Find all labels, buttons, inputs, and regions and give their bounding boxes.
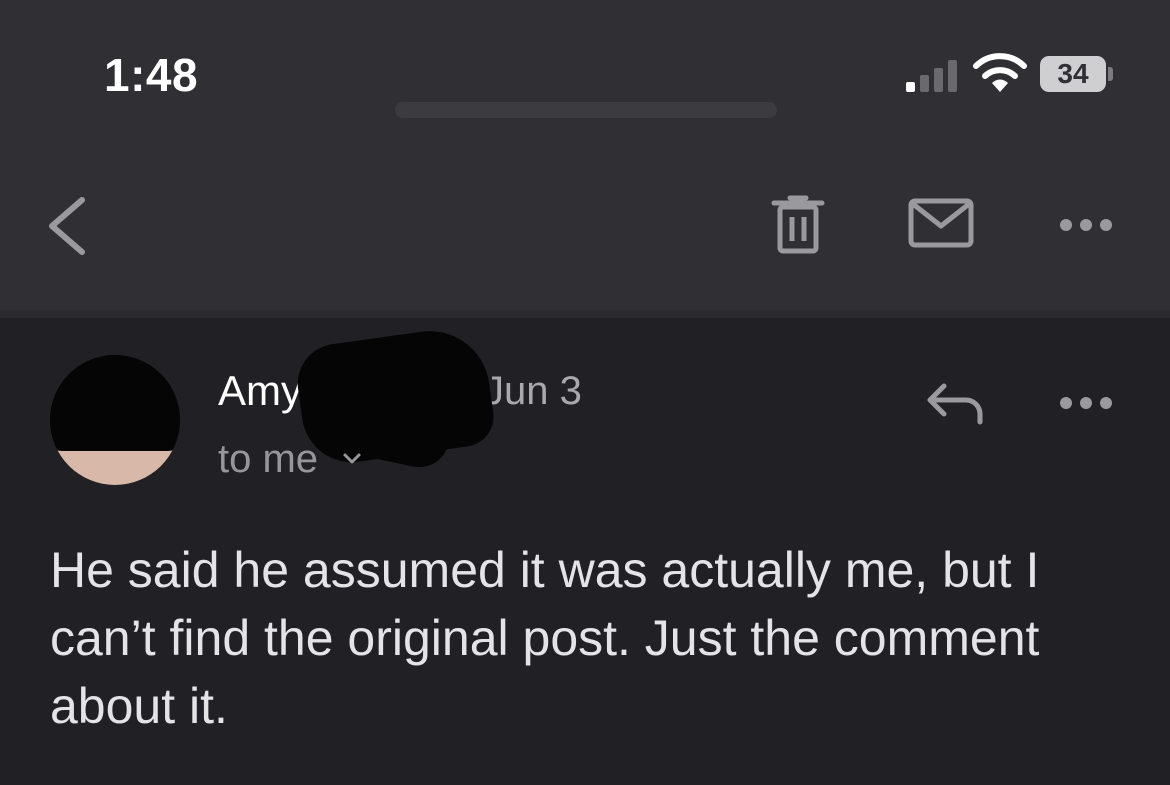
battery-icon: 34 bbox=[1040, 56, 1106, 92]
toolbar-divider bbox=[0, 310, 1170, 318]
top-chrome: 1:48 34 bbox=[0, 0, 1170, 310]
message-date: Jun 3 bbox=[484, 369, 582, 413]
more-icon[interactable] bbox=[1058, 213, 1114, 237]
message-body: He said he assumed it was actually me, b… bbox=[50, 542, 1040, 734]
sender-name[interactable]: Amy bbox=[218, 367, 302, 415]
trash-icon[interactable] bbox=[770, 195, 826, 255]
recipient-label[interactable]: to me bbox=[218, 437, 318, 482]
cellular-signal-icon bbox=[906, 58, 962, 92]
wifi-icon bbox=[973, 53, 1027, 92]
reply-icon[interactable] bbox=[924, 380, 986, 426]
email-screen: 1:48 34 Amy Jun 3 to me He said he assum… bbox=[0, 0, 1170, 785]
avatar-photo bbox=[50, 449, 180, 485]
status-time: 1:48 bbox=[104, 49, 199, 101]
avatar[interactable] bbox=[50, 355, 180, 485]
message-more-icon[interactable] bbox=[1058, 391, 1114, 415]
avatar-redaction bbox=[50, 355, 180, 451]
battery-nub bbox=[1108, 67, 1113, 81]
chevron-down-icon[interactable] bbox=[342, 452, 362, 466]
back-chevron-icon[interactable] bbox=[40, 188, 100, 268]
dynamic-island-handle bbox=[395, 102, 777, 118]
mail-icon[interactable] bbox=[908, 198, 974, 250]
